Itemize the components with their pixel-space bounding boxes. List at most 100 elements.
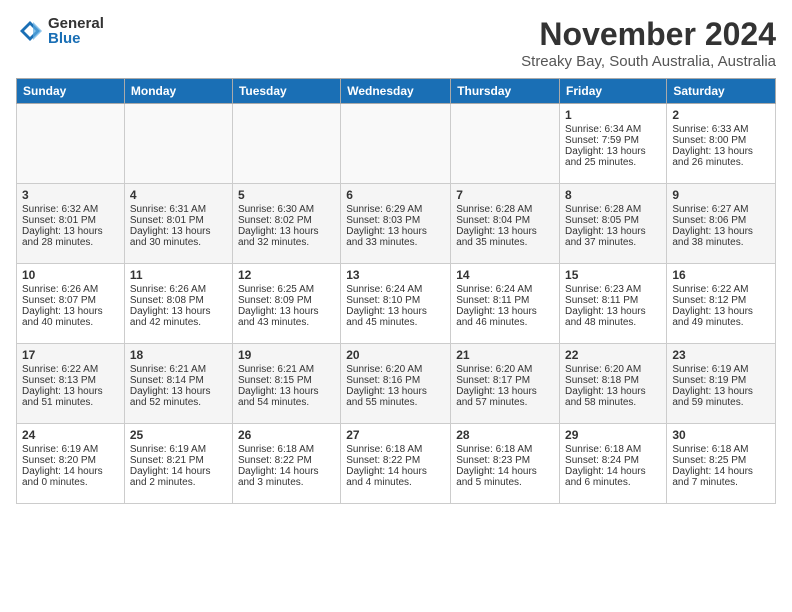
day-info: Sunset: 8:20 PM (22, 455, 119, 466)
calendar-cell: 25Sunrise: 6:19 AMSunset: 8:21 PMDayligh… (124, 424, 232, 504)
day-info: Sunset: 8:05 PM (565, 215, 661, 226)
title-block: November 2024 Streaky Bay, South Austral… (521, 16, 776, 70)
day-info: Daylight: 13 hours and 40 minutes. (22, 306, 119, 328)
day-info: Daylight: 13 hours and 59 minutes. (672, 386, 770, 408)
day-info: Sunset: 8:01 PM (130, 215, 227, 226)
day-number: 13 (346, 268, 445, 282)
calendar-cell: 6Sunrise: 6:29 AMSunset: 8:03 PMDaylight… (341, 184, 451, 264)
calendar-week-row: 24Sunrise: 6:19 AMSunset: 8:20 PMDayligh… (17, 424, 776, 504)
day-info: Sunrise: 6:20 AM (346, 364, 445, 375)
day-info: Sunrise: 6:20 AM (456, 364, 554, 375)
day-info: Sunrise: 6:18 AM (672, 444, 770, 455)
day-info: Daylight: 13 hours and 25 minutes. (565, 146, 661, 168)
calendar-cell: 17Sunrise: 6:22 AMSunset: 8:13 PMDayligh… (17, 344, 125, 424)
day-info: Sunset: 8:03 PM (346, 215, 445, 226)
day-number: 2 (672, 108, 770, 122)
day-info: Sunset: 8:09 PM (238, 295, 335, 306)
day-info: Daylight: 14 hours and 6 minutes. (565, 466, 661, 488)
calendar-week-row: 1Sunrise: 6:34 AMSunset: 7:59 PMDaylight… (17, 104, 776, 184)
calendar-cell (124, 104, 232, 184)
logo-icon (16, 17, 44, 45)
calendar-cell: 3Sunrise: 6:32 AMSunset: 8:01 PMDaylight… (17, 184, 125, 264)
calendar-cell: 15Sunrise: 6:23 AMSunset: 8:11 PMDayligh… (560, 264, 667, 344)
day-number: 16 (672, 268, 770, 282)
day-info: Sunset: 8:18 PM (565, 375, 661, 386)
calendar-cell: 21Sunrise: 6:20 AMSunset: 8:17 PMDayligh… (451, 344, 560, 424)
day-info: Sunrise: 6:26 AM (130, 284, 227, 295)
calendar-week-row: 10 Sunrise: 6:26 AM Sunset: 8:07 PMDayligh… (17, 264, 776, 344)
day-info: Daylight: 13 hours and 26 minutes. (672, 146, 770, 168)
day-number: 14 (456, 268, 554, 282)
day-info: Sunrise: 6:24 AM (346, 284, 445, 295)
calendar-cell: 9Sunrise: 6:27 AMSunset: 8:06 PMDaylight… (667, 184, 776, 264)
calendar-cell: 13Sunrise: 6:24 AMSunset: 8:10 PMDayligh… (341, 264, 451, 344)
calendar-cell: 22Sunrise: 6:20 AMSunset: 8:18 PMDayligh… (560, 344, 667, 424)
calendar-cell: 23Sunrise: 6:19 AMSunset: 8:19 PMDayligh… (667, 344, 776, 424)
day-number: 12 (238, 268, 335, 282)
day-info: Sunrise: 6:19 AM (672, 364, 770, 375)
day-info: Sunset: 8:16 PM (346, 375, 445, 386)
day-info: Sunrise: 6:25 AM (238, 284, 335, 295)
day-info: Daylight: 13 hours and 57 minutes. (456, 386, 554, 408)
day-info: Sunrise: 6:31 AM (130, 204, 227, 215)
day-info: Sunset: 8:12 PM (672, 295, 770, 306)
calendar-header-row: SundayMondayTuesdayWednesdayThursdayFrid… (17, 79, 776, 104)
day-info: Sunset: 8:13 PM (22, 375, 119, 386)
day-number: 19 (238, 348, 335, 362)
day-number: 27 (346, 428, 445, 442)
calendar-cell (341, 104, 451, 184)
day-info: Daylight: 13 hours and 30 minutes. (130, 226, 227, 248)
day-number: 20 (346, 348, 445, 362)
calendar-cell: 12Sunrise: 6:25 AMSunset: 8:09 PMDayligh… (232, 264, 340, 344)
day-number: 24 (22, 428, 119, 442)
day-info: Sunrise: 6:24 AM (456, 284, 554, 295)
day-info: Daylight: 13 hours and 33 minutes. (346, 226, 445, 248)
day-number: 30 (672, 428, 770, 442)
calendar-cell: 2Sunrise: 6:33 AMSunset: 8:00 PMDaylight… (667, 104, 776, 184)
day-info: Sunrise: 6:28 AM (456, 204, 554, 215)
day-info: Sunset: 8:23 PM (456, 455, 554, 466)
day-info: Sunset: 8:07 PM (22, 295, 119, 306)
calendar-cell: 29Sunrise: 6:18 AMSunset: 8:24 PMDayligh… (560, 424, 667, 504)
day-info: Sunrise: 6:19 AM (22, 444, 119, 455)
day-info: Sunset: 8:21 PM (130, 455, 227, 466)
day-info: Sunrise: 6:18 AM (346, 444, 445, 455)
calendar-cell: 4Sunrise: 6:31 AMSunset: 8:01 PMDaylight… (124, 184, 232, 264)
day-info: Daylight: 13 hours and 51 minutes. (22, 386, 119, 408)
calendar-day-header: Sunday (17, 79, 125, 104)
calendar-cell: 14Sunrise: 6:24 AMSunset: 8:11 PMDayligh… (451, 264, 560, 344)
day-number: 8 (565, 188, 661, 202)
day-info: Sunset: 8:25 PM (672, 455, 770, 466)
page-header: General Blue November 2024 Streaky Bay, … (16, 16, 776, 70)
day-info: Sunset: 8:14 PM (130, 375, 227, 386)
day-info: Sunset: 8:22 PM (238, 455, 335, 466)
day-info: Sunrise: 6:20 AM (565, 364, 661, 375)
day-info: Sunset: 8:19 PM (672, 375, 770, 386)
day-info: Sunset: 8:02 PM (238, 215, 335, 226)
calendar-cell: 5 Sunrise: 6:30 AMSunset: 8:02 PMDaylight… (232, 184, 340, 264)
calendar-cell: 11Sunrise: 6:26 AMSunset: 8:08 PMDayligh… (124, 264, 232, 344)
day-info: Daylight: 13 hours and 58 minutes. (565, 386, 661, 408)
day-number: 6 (346, 188, 445, 202)
day-info: Sunrise: 6:22 AM (22, 364, 119, 375)
day-info: Sunset: 8:11 PM (456, 295, 554, 306)
day-info: Daylight: 13 hours and 32 minutes. (238, 226, 335, 248)
calendar-cell: 19Sunrise: 6:21 AMSunset: 8:15 PMDayligh… (232, 344, 340, 424)
day-number: 7 (456, 188, 554, 202)
day-info: Daylight: 14 hours and 0 minutes. (22, 466, 119, 488)
day-number: 26 (238, 428, 335, 442)
day-info: Sunrise: 6:28 AM (565, 204, 661, 215)
logo: General Blue (16, 16, 104, 46)
day-number: 10 (22, 268, 119, 282)
calendar-day-header: Monday (124, 79, 232, 104)
calendar-cell: 10Sunrise: 6:26 AMSunset: 8:07 PMDayligh… (17, 264, 125, 344)
day-number: 5 (238, 188, 335, 202)
calendar-day-header: Tuesday (232, 79, 340, 104)
day-info: Sunrise: 6:33 AM (672, 124, 770, 135)
month-title: November 2024 (521, 16, 776, 53)
calendar-cell: 16Sunrise: 6:22 AMSunset: 8:12 PMDayligh… (667, 264, 776, 344)
day-info: Sunrise: 6:30 AM (238, 204, 335, 215)
day-info: Sunrise: 6:18 AM (238, 444, 335, 455)
day-number: 15 (565, 268, 661, 282)
logo-general: General (48, 16, 104, 31)
